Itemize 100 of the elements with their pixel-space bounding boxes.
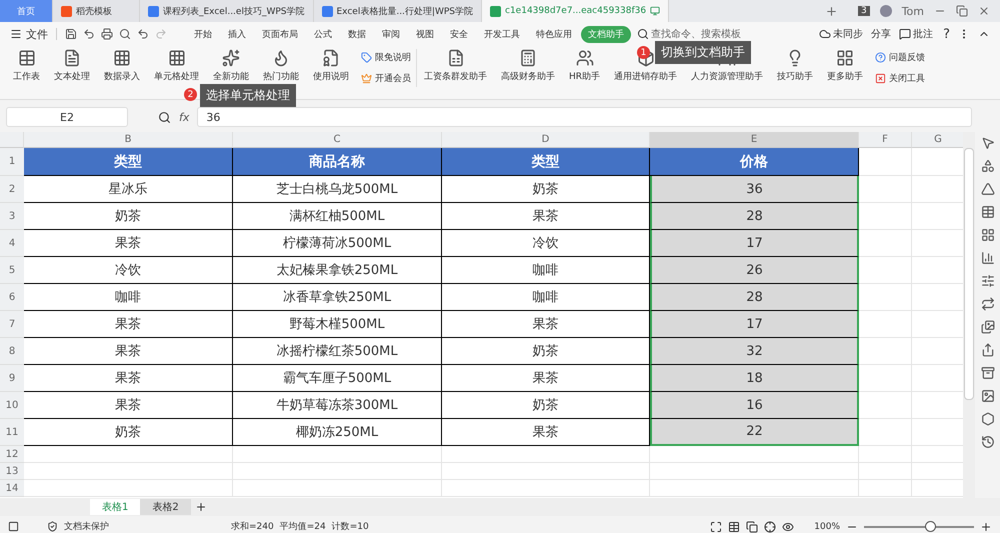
table-cell: 柠檬薄荷冰500ML xyxy=(233,230,442,257)
tooltip: 选择单元格处理 xyxy=(200,84,296,107)
table-cell: 奶茶 xyxy=(24,203,233,230)
sheet-tab[interactable]: 表格1 xyxy=(90,499,140,515)
menu-tab[interactable]: 公式 xyxy=(307,26,339,42)
row-header[interactable]: 9 xyxy=(0,365,24,392)
row-header[interactable]: 1 xyxy=(0,148,24,176)
table-cell: 果茶 xyxy=(24,365,233,392)
table-cell: 星冰乐 xyxy=(24,176,233,203)
feedback-link[interactable]: 问题反馈 xyxy=(875,51,926,64)
browser-tab[interactable]: c1e14398d7e7...eac459338f36 xyxy=(482,0,670,22)
menu-tab[interactable]: 审阅 xyxy=(375,26,407,42)
ribbon-button[interactable]: 数据录入 xyxy=(97,49,147,83)
table-cell: 牛奶草莓冻茶300ML xyxy=(233,392,442,419)
row-header[interactable]: 11 xyxy=(0,419,24,446)
guide-button[interactable]: 使用说明 xyxy=(306,49,356,83)
ribbon-button[interactable]: 全新功能 xyxy=(206,49,256,83)
column-header[interactable]: D xyxy=(442,132,650,148)
table-cell: 芝士白桃乌龙500ML xyxy=(233,176,442,203)
table-cell: 奶茶 xyxy=(24,419,233,446)
close-tool-link[interactable]: 关闭工具 xyxy=(875,72,926,85)
protection-status[interactable]: 文档未保护 xyxy=(64,520,109,533)
free-link[interactable]: 限免说明 xyxy=(361,51,411,64)
file-menu[interactable]: 文件 xyxy=(26,26,48,42)
assistant-button[interactable]: 技巧助手 xyxy=(777,70,814,83)
member-link[interactable]: 开通会员 xyxy=(361,72,411,85)
header-cell: 类型 xyxy=(442,148,650,176)
table-cell: 果茶 xyxy=(442,311,650,338)
menu-tab[interactable]: 开发工具 xyxy=(477,26,527,42)
menu-tab[interactable]: 页面布局 xyxy=(255,26,305,42)
row-header[interactable]: 13 xyxy=(0,463,24,480)
menu-tab[interactable]: 特色应用 xyxy=(529,26,579,42)
table-cell: 太妃榛果拿铁250ML xyxy=(233,257,442,284)
ribbon-button[interactable]: 文本处理 xyxy=(47,49,97,83)
table-cell: 奶茶 xyxy=(442,392,650,419)
table-cell: 椰奶冻250ML xyxy=(233,419,442,446)
ribbon-button[interactable]: 单元格处理 xyxy=(147,49,206,83)
table-cell: 36 xyxy=(650,176,859,203)
row-header[interactable]: 14 xyxy=(0,480,24,497)
table-cell: 17 xyxy=(650,230,859,257)
table-cell: 奶茶 xyxy=(442,338,650,365)
assistant-button[interactable]: 工资条群发助手 xyxy=(424,70,487,83)
table-cell: 奶茶 xyxy=(442,176,650,203)
browser-tab[interactable]: 课程列表_Excel...el技巧_WPS学院 xyxy=(140,0,314,22)
assistant-button[interactable]: 通用进销存助手 xyxy=(614,70,678,83)
help-button[interactable]: ? xyxy=(943,26,950,42)
assistant-button[interactable]: 更多助手 xyxy=(827,70,864,83)
table-cell: 满杯红柚500ML xyxy=(233,203,442,230)
browser-tab[interactable]: 稻壳模板 xyxy=(53,0,140,22)
assistant-button[interactable]: 人力资源管理助手 xyxy=(691,70,764,83)
count-value: 计数=10 xyxy=(332,520,369,533)
ribbon-button[interactable]: 工作表 xyxy=(6,49,47,83)
table-cell: 果茶 xyxy=(24,392,233,419)
comment-button[interactable]: 批注 xyxy=(913,27,934,41)
sync-button[interactable]: 未同步 xyxy=(833,27,864,41)
row-header[interactable]: 5 xyxy=(0,257,24,284)
table-cell: 霸气车厘子500ML xyxy=(233,365,442,392)
table-cell: 22 xyxy=(650,419,859,446)
formula-field[interactable]: 36 xyxy=(197,107,972,127)
search-field[interactable]: 查找命令、搜索模板 xyxy=(651,27,741,41)
table-cell: 野莓木槿500ML xyxy=(233,311,442,338)
assistant-button[interactable]: 高级财务助手 xyxy=(501,70,555,83)
row-header[interactable]: 2 xyxy=(0,176,24,203)
column-header[interactable]: F xyxy=(859,132,912,148)
zoom-level[interactable]: 100% xyxy=(814,522,840,532)
tooltip: 切换到文档助手 xyxy=(655,41,751,64)
column-header[interactable]: G xyxy=(912,132,963,148)
fx-label: fx xyxy=(179,110,190,124)
assistant-button[interactable]: HR助手 xyxy=(569,70,600,83)
name-box[interactable]: E2 xyxy=(6,107,128,127)
menu-tab[interactable]: 开始 xyxy=(187,26,219,42)
column-header[interactable]: C xyxy=(233,132,442,148)
menu-tab[interactable]: 视图 xyxy=(409,26,441,42)
ribbon-button[interactable]: 热门功能 xyxy=(256,49,306,83)
table-cell: 果茶 xyxy=(24,338,233,365)
table-cell: 28 xyxy=(650,284,859,311)
menu-tab[interactable]: 安全 xyxy=(443,26,475,42)
browser-tab[interactable]: Excel表格批量...行处理|WPS学院 xyxy=(314,0,482,22)
sheet-tab[interactable]: 表格2 xyxy=(140,499,191,515)
menu-tab[interactable]: 数据 xyxy=(341,26,373,42)
row-header[interactable]: 12 xyxy=(0,446,24,463)
row-header[interactable]: 3 xyxy=(0,203,24,230)
row-header[interactable]: 8 xyxy=(0,338,24,365)
menu-tab[interactable]: 插入 xyxy=(221,26,253,42)
header-cell: 商品名称 xyxy=(233,148,442,176)
table-cell: 28 xyxy=(650,203,859,230)
average-value: 平均值=24 xyxy=(280,520,326,533)
row-header[interactable]: 10 xyxy=(0,392,24,419)
row-header[interactable]: 4 xyxy=(0,230,24,257)
column-header[interactable]: B xyxy=(24,132,233,148)
table-cell: 冰摇柠檬红茶500ML xyxy=(233,338,442,365)
row-header[interactable]: 6 xyxy=(0,284,24,311)
window-count[interactable]: 3 xyxy=(858,6,870,16)
share-button[interactable]: 分享 xyxy=(871,27,892,41)
table-cell: 果茶 xyxy=(442,365,650,392)
table-cell: 果茶 xyxy=(24,311,233,338)
row-header[interactable]: 7 xyxy=(0,311,24,338)
column-header[interactable]: E xyxy=(650,132,859,148)
user-name[interactable]: Tom xyxy=(902,4,924,18)
table-cell: 咖啡 xyxy=(442,257,650,284)
